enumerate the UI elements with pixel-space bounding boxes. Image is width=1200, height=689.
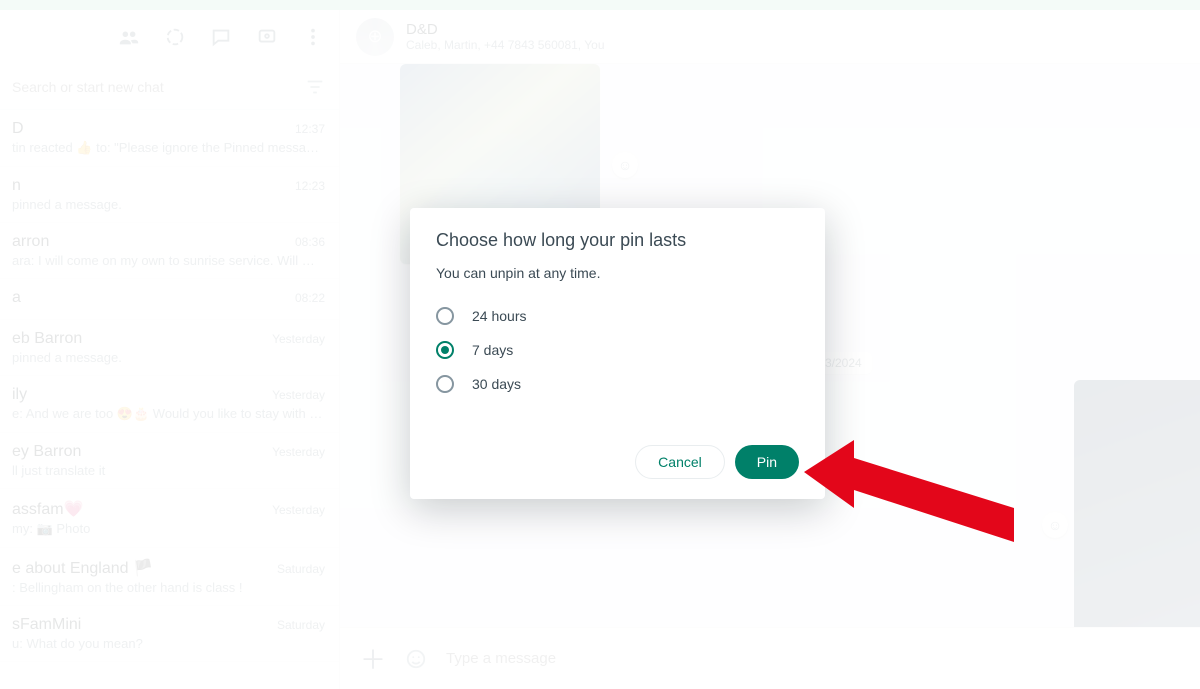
radio-label: 7 days <box>472 342 513 358</box>
cancel-button[interactable]: Cancel <box>635 445 725 479</box>
dialog-subtitle: You can unpin at any time. <box>436 265 799 281</box>
duration-option[interactable]: 30 days <box>436 367 799 401</box>
duration-option[interactable]: 7 days <box>436 333 799 367</box>
radio-icon <box>436 307 454 325</box>
pin-duration-dialog: Choose how long your pin lasts You can u… <box>410 208 825 499</box>
duration-options: 24 hours 7 days 30 days <box>436 299 799 401</box>
dialog-title: Choose how long your pin lasts <box>436 230 799 251</box>
radio-label: 30 days <box>472 376 521 392</box>
duration-option[interactable]: 24 hours <box>436 299 799 333</box>
radio-label: 24 hours <box>472 308 526 324</box>
radio-icon <box>436 341 454 359</box>
pin-button[interactable]: Pin <box>735 445 799 479</box>
radio-icon <box>436 375 454 393</box>
dialog-buttons: Cancel Pin <box>436 445 799 479</box>
